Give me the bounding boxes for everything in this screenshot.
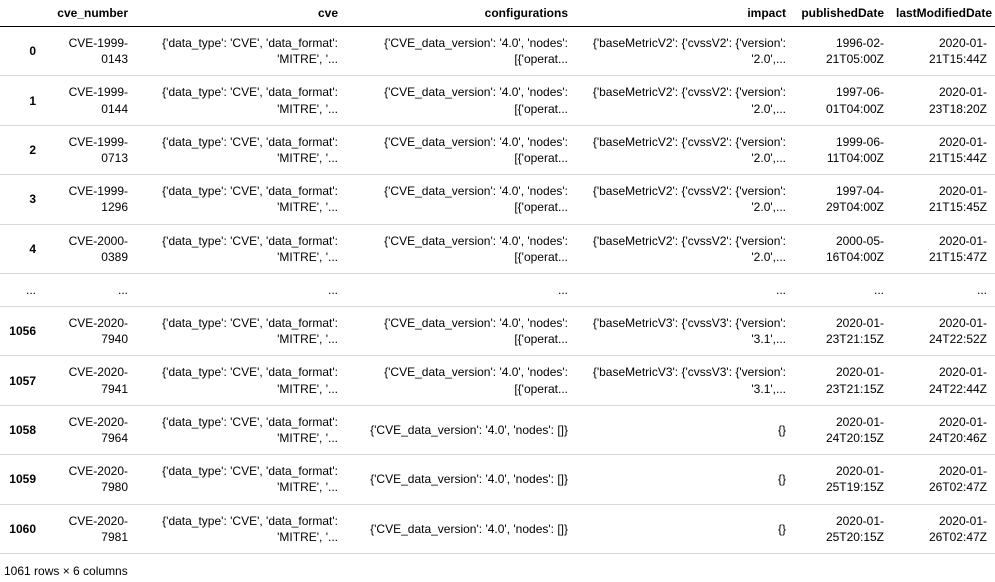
cell-publishedDate: 1999-06- 11T04:00Z bbox=[794, 125, 892, 174]
row-index: ... bbox=[0, 273, 44, 306]
table-row: 1059CVE-2020- 7980{'data_type': 'CVE', '… bbox=[0, 455, 995, 504]
cell-publishedDate: 1996-02- 21T05:00Z bbox=[794, 27, 892, 76]
cell-cve_number: CVE-2020- 7940 bbox=[44, 307, 136, 356]
cell-impact: {'baseMetricV2': {'cvssV2': {'version': … bbox=[576, 76, 794, 125]
cell-impact: {'baseMetricV3': {'cvssV3': {'version': … bbox=[576, 356, 794, 405]
table-row: 1058CVE-2020- 7964{'data_type': 'CVE', '… bbox=[0, 405, 995, 454]
cell-impact: {'baseMetricV3': {'cvssV3': {'version': … bbox=[576, 307, 794, 356]
row-index: 2 bbox=[0, 125, 44, 174]
col-header-last-modified-date: lastModifiedDate bbox=[892, 0, 995, 27]
cell-impact: {'baseMetricV2': {'cvssV2': {'version': … bbox=[576, 224, 794, 273]
table-row: 1057CVE-2020- 7941{'data_type': 'CVE', '… bbox=[0, 356, 995, 405]
cell-configurations: ... bbox=[346, 273, 576, 306]
cell-lastModifiedDate: 2020-01- 26T02:47Z bbox=[892, 504, 995, 553]
cell-impact: {} bbox=[576, 455, 794, 504]
col-header-index bbox=[0, 0, 44, 27]
cell-configurations: {'CVE_data_version': '4.0', 'nodes': [{'… bbox=[346, 356, 576, 405]
cell-publishedDate: 2020-01- 24T20:15Z bbox=[794, 405, 892, 454]
cell-cve_number: CVE-2020- 7964 bbox=[44, 405, 136, 454]
cell-cve: {'data_type': 'CVE', 'data_format': 'MIT… bbox=[136, 307, 346, 356]
cell-configurations: {'CVE_data_version': '4.0', 'nodes': [{'… bbox=[346, 224, 576, 273]
cell-publishedDate: 2020-01- 25T20:15Z bbox=[794, 504, 892, 553]
cell-cve_number: CVE-1999- 0144 bbox=[44, 76, 136, 125]
cell-cve: {'data_type': 'CVE', 'data_format': 'MIT… bbox=[136, 125, 346, 174]
cell-cve_number: CVE-2000- 0389 bbox=[44, 224, 136, 273]
cell-cve: {'data_type': 'CVE', 'data_format': 'MIT… bbox=[136, 175, 346, 224]
table-row: 4CVE-2000- 0389{'data_type': 'CVE', 'dat… bbox=[0, 224, 995, 273]
cell-cve: {'data_type': 'CVE', 'data_format': 'MIT… bbox=[136, 455, 346, 504]
cell-lastModifiedDate: 2020-01- 21T15:47Z bbox=[892, 224, 995, 273]
cell-configurations: {'CVE_data_version': '4.0', 'nodes': []} bbox=[346, 504, 576, 553]
cell-publishedDate: 2020-01- 25T19:15Z bbox=[794, 455, 892, 504]
row-index: 3 bbox=[0, 175, 44, 224]
cell-publishedDate: 1997-06- 01T04:00Z bbox=[794, 76, 892, 125]
cell-lastModifiedDate: 2020-01- 21T15:45Z bbox=[892, 175, 995, 224]
cell-cve: {'data_type': 'CVE', 'data_format': 'MIT… bbox=[136, 224, 346, 273]
cell-lastModifiedDate: 2020-01- 23T18:20Z bbox=[892, 76, 995, 125]
row-index: 0 bbox=[0, 27, 44, 76]
cell-impact: {'baseMetricV2': {'cvssV2': {'version': … bbox=[576, 125, 794, 174]
cell-lastModifiedDate: 2020-01- 21T15:44Z bbox=[892, 27, 995, 76]
cell-configurations: {'CVE_data_version': '4.0', 'nodes': [{'… bbox=[346, 307, 576, 356]
cell-publishedDate: ... bbox=[794, 273, 892, 306]
cell-cve: ... bbox=[136, 273, 346, 306]
row-index: 1057 bbox=[0, 356, 44, 405]
table-footer-summary: 1061 rows × 6 columns bbox=[0, 554, 995, 582]
row-index: 1060 bbox=[0, 504, 44, 553]
cell-cve_number: CVE-1999- 1296 bbox=[44, 175, 136, 224]
cell-impact: {'baseMetricV2': {'cvssV2': {'version': … bbox=[576, 27, 794, 76]
table-row: 1060CVE-2020- 7981{'data_type': 'CVE', '… bbox=[0, 504, 995, 553]
table-row: 1CVE-1999- 0144{'data_type': 'CVE', 'dat… bbox=[0, 76, 995, 125]
cell-lastModifiedDate: 2020-01- 26T02:47Z bbox=[892, 455, 995, 504]
row-index: 1056 bbox=[0, 307, 44, 356]
table-row: 1056CVE-2020- 7940{'data_type': 'CVE', '… bbox=[0, 307, 995, 356]
cell-publishedDate: 1997-04- 29T04:00Z bbox=[794, 175, 892, 224]
col-header-configurations: configurations bbox=[346, 0, 576, 27]
cell-publishedDate: 2020-01- 23T21:15Z bbox=[794, 356, 892, 405]
table-row: 0CVE-1999- 0143{'data_type': 'CVE', 'dat… bbox=[0, 27, 995, 76]
table-row: 2CVE-1999- 0713{'data_type': 'CVE', 'dat… bbox=[0, 125, 995, 174]
cell-configurations: {'CVE_data_version': '4.0', 'nodes': [{'… bbox=[346, 27, 576, 76]
cell-impact: {} bbox=[576, 504, 794, 553]
row-index: 1059 bbox=[0, 455, 44, 504]
row-index: 1 bbox=[0, 76, 44, 125]
col-header-published-date: publishedDate bbox=[794, 0, 892, 27]
cell-publishedDate: 2020-01- 23T21:15Z bbox=[794, 307, 892, 356]
cell-cve: {'data_type': 'CVE', 'data_format': 'MIT… bbox=[136, 356, 346, 405]
cell-cve_number: CVE-2020- 7981 bbox=[44, 504, 136, 553]
cell-configurations: {'CVE_data_version': '4.0', 'nodes': [{'… bbox=[346, 175, 576, 224]
cell-impact: ... bbox=[576, 273, 794, 306]
cell-cve: {'data_type': 'CVE', 'data_format': 'MIT… bbox=[136, 405, 346, 454]
cell-lastModifiedDate: ... bbox=[892, 273, 995, 306]
cell-cve: {'data_type': 'CVE', 'data_format': 'MIT… bbox=[136, 76, 346, 125]
cell-lastModifiedDate: 2020-01- 21T15:44Z bbox=[892, 125, 995, 174]
cell-lastModifiedDate: 2020-01- 24T22:44Z bbox=[892, 356, 995, 405]
table-header: cve_number cve configurations impact pub… bbox=[0, 0, 995, 27]
row-index: 4 bbox=[0, 224, 44, 273]
cell-cve_number: CVE-1999- 0143 bbox=[44, 27, 136, 76]
cell-lastModifiedDate: 2020-01- 24T20:46Z bbox=[892, 405, 995, 454]
dataframe-table: cve_number cve configurations impact pub… bbox=[0, 0, 995, 554]
cell-configurations: {'CVE_data_version': '4.0', 'nodes': [{'… bbox=[346, 125, 576, 174]
col-header-cve-number: cve_number bbox=[44, 0, 136, 27]
cell-cve: {'data_type': 'CVE', 'data_format': 'MIT… bbox=[136, 27, 346, 76]
cell-cve_number: CVE-1999- 0713 bbox=[44, 125, 136, 174]
cell-configurations: {'CVE_data_version': '4.0', 'nodes': []} bbox=[346, 455, 576, 504]
cell-configurations: {'CVE_data_version': '4.0', 'nodes': [{'… bbox=[346, 76, 576, 125]
cell-lastModifiedDate: 2020-01- 24T22:52Z bbox=[892, 307, 995, 356]
cell-cve_number: CVE-2020- 7980 bbox=[44, 455, 136, 504]
col-header-impact: impact bbox=[576, 0, 794, 27]
cell-impact: {'baseMetricV2': {'cvssV2': {'version': … bbox=[576, 175, 794, 224]
row-index: 1058 bbox=[0, 405, 44, 454]
table-body: 0CVE-1999- 0143{'data_type': 'CVE', 'dat… bbox=[0, 27, 995, 554]
cell-impact: {} bbox=[576, 405, 794, 454]
cell-cve_number: ... bbox=[44, 273, 136, 306]
cell-cve_number: CVE-2020- 7941 bbox=[44, 356, 136, 405]
col-header-cve: cve bbox=[136, 0, 346, 27]
table-row: ..................... bbox=[0, 273, 995, 306]
cell-cve: {'data_type': 'CVE', 'data_format': 'MIT… bbox=[136, 504, 346, 553]
cell-publishedDate: 2000-05- 16T04:00Z bbox=[794, 224, 892, 273]
cell-configurations: {'CVE_data_version': '4.0', 'nodes': []} bbox=[346, 405, 576, 454]
table-row: 3CVE-1999- 1296{'data_type': 'CVE', 'dat… bbox=[0, 175, 995, 224]
